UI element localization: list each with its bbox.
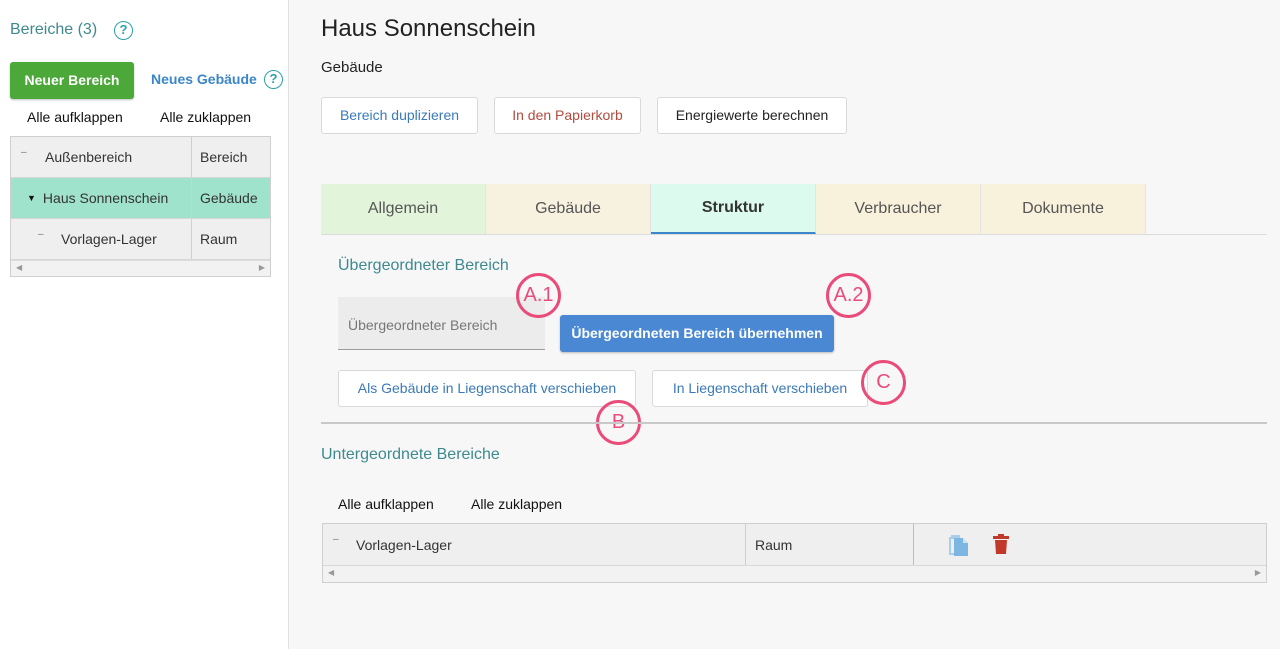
child-row-label: Vorlagen-Lager [356,536,452,553]
sidebar-title: Bereiche (3) [10,21,98,38]
expand-all-link[interactable]: Alle aufklappen [27,109,123,125]
new-area-button[interactable]: Neuer Bereich [10,62,134,99]
horizontal-scrollbar[interactable]: ◀ ▶ [323,566,1266,582]
area-tree: – Außenbereich Bereich ▼ Haus Sonnensche… [10,136,271,277]
page-subtitle: Gebäude [321,59,383,76]
expand-all-link[interactable]: Alle aufklappen [338,496,434,512]
parent-area-placeholder: Übergeordneter Bereich [348,317,498,333]
child-areas-table: – Vorlagen-Lager Raum ◀ ▶ [322,523,1267,583]
annotation-marker-a2: A.2 [826,273,871,318]
collapse-icon[interactable]: – [21,147,27,158]
scroll-right-icon[interactable]: ▶ [259,263,265,272]
scroll-right-icon[interactable]: ▶ [1255,568,1261,577]
section-divider [321,422,1267,424]
scroll-left-icon[interactable]: ◀ [328,568,334,577]
tab-struktur[interactable]: Struktur [651,184,816,234]
collapse-all-link[interactable]: Alle zuklappen [471,496,562,512]
tab-divider [321,234,1267,235]
parent-area-input[interactable]: Übergeordneter Bereich [338,297,545,350]
expanded-caret-icon[interactable]: ▼ [27,193,36,203]
tree-row[interactable]: – Vorlagen-Lager Raum [11,219,270,260]
annotation-marker-a1: A.1 [516,273,561,318]
table-row[interactable]: – Vorlagen-Lager Raum [323,524,1266,566]
horizontal-scrollbar[interactable]: ◀ ▶ [11,260,270,276]
collapse-icon[interactable]: – [38,229,44,240]
tree-item-label: Vorlagen-Lager [61,231,157,247]
tab-dokumente[interactable]: Dokumente [981,184,1146,234]
help-icon[interactable]: ? [264,70,283,89]
duplicate-area-button[interactable]: Bereich duplizieren [321,97,478,134]
tab-verbraucher[interactable]: Verbraucher [816,184,981,234]
tree-item-type: Bereich [200,149,248,165]
tab-bar: Allgemein Gebäude Struktur Verbraucher D… [321,184,1146,234]
tree-item-label: Haus Sonnenschein [42,190,169,206]
tab-allgemein[interactable]: Allgemein [321,184,486,234]
move-as-building-button[interactable]: Als Gebäude in Liegenschaft verschieben [338,370,636,407]
apply-parent-button[interactable]: Übergeordneten Bereich übernehmen [560,315,834,352]
parent-section-title: Übergeordneter Bereich [338,257,509,274]
trash-icon[interactable] [993,534,1009,554]
move-to-trash-button[interactable]: In den Papierkorb [494,97,641,134]
copy-icon[interactable] [948,533,970,557]
calculate-energy-button[interactable]: Energiewerte berechnen [657,97,847,134]
page-title: Haus Sonnenschein [321,15,536,42]
tab-gebaeude[interactable]: Gebäude [486,184,651,234]
annotation-marker-c: C [861,360,906,405]
move-to-property-button[interactable]: In Liegenschaft verschieben [652,370,868,407]
collapse-all-link[interactable]: Alle zuklappen [160,109,251,125]
child-row-type: Raum [746,524,914,565]
tree-item-type: Raum [200,231,238,247]
new-building-link[interactable]: Neues Gebäude [151,71,257,87]
tree-row-selected[interactable]: ▼ Haus Sonnenschein Gebäude [11,178,270,219]
tree-row[interactable]: – Außenbereich Bereich [11,137,270,178]
tree-item-type: Gebäude [200,190,258,206]
sidebar: Bereiche (3) ? Neuer Bereich Neues Gebäu… [0,0,289,649]
scroll-left-icon[interactable]: ◀ [16,263,22,272]
collapse-icon[interactable]: – [333,534,339,545]
child-section-title: Untergeordnete Bereiche [321,446,500,463]
tree-item-label: Außenbereich [45,149,133,165]
help-icon[interactable]: ? [114,21,133,40]
